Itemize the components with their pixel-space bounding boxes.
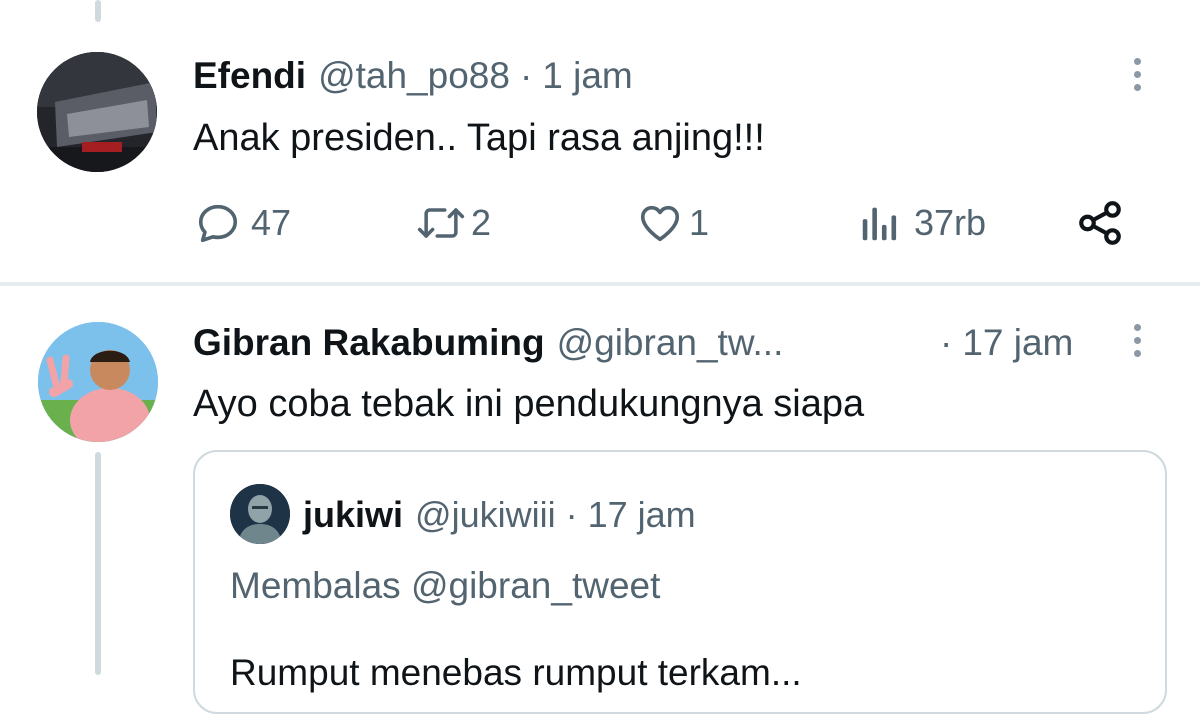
quoted-header: jukiwi @jukiwiii · 17 jam: [303, 494, 696, 536]
tweet2-header: Gibran Rakabuming @gibran_tw...: [193, 322, 783, 364]
reply-icon: [198, 204, 238, 242]
thread-line-top: [95, 0, 101, 22]
quoted-author-handle[interactable]: @jukiwiii: [415, 494, 556, 536]
like-icon: [640, 205, 680, 241]
views-count: 37rb: [914, 201, 987, 243]
reply-to-label[interactable]: Membalas @gibran_tweet: [230, 565, 660, 607]
author-handle[interactable]: @gibran_tw...: [557, 322, 784, 364]
author-name[interactable]: Gibran Rakabuming: [193, 322, 545, 364]
like-button[interactable]: 1: [637, 195, 709, 250]
separator: ·: [940, 322, 953, 363]
tweet-text: Ayo coba tebak ini pendukungnya siapa: [193, 383, 865, 425]
avatar-gibran[interactable]: [38, 322, 158, 442]
retweet-icon: [417, 207, 465, 238]
separator: ·: [565, 494, 578, 535]
avatar-efendi[interactable]: [37, 52, 157, 172]
quoted-tweet-text: Rumput menebas rumput terkam...: [230, 652, 802, 693]
avatar-image: [230, 484, 290, 544]
tweet-time[interactable]: 1 jam: [542, 55, 632, 97]
share-button[interactable]: [1075, 195, 1125, 250]
tweet1-actions: 47 2 1 37rb: [0, 195, 1200, 250]
author-name[interactable]: Efendi: [193, 55, 306, 97]
reply-button[interactable]: 47: [195, 195, 291, 250]
tweet-divider: [0, 282, 1200, 286]
separator: ·: [519, 55, 533, 96]
quoted-author-name[interactable]: jukiwi: [303, 494, 403, 536]
reply-count: 47: [251, 201, 292, 243]
more-options-icon[interactable]: [1134, 318, 1141, 363]
tweet-time[interactable]: 17 jam: [962, 322, 1073, 364]
tweet-text: Anak presiden.. Tapi rasa anjing!!!: [193, 117, 765, 159]
retweet-count: 2: [471, 201, 492, 243]
share-icon: [1079, 200, 1121, 245]
thread-line-bottom: [95, 452, 101, 675]
like-count: 1: [689, 201, 710, 243]
avatar-image: [38, 322, 158, 442]
retweet-button[interactable]: 2: [415, 195, 491, 250]
tweet1-header: Efendi @tah_po88 · 1 jam: [193, 55, 633, 97]
avatar-jukiwi[interactable]: [230, 484, 290, 544]
views-button[interactable]: 37rb: [858, 195, 986, 250]
views-icon: [862, 207, 897, 240]
author-handle[interactable]: @tah_po88: [318, 55, 510, 97]
avatar-image: [37, 52, 157, 172]
quoted-tweet[interactable]: jukiwi @jukiwiii · 17 jam Membalas @gibr…: [193, 450, 1167, 714]
tweet2-time: · 17 jam: [940, 322, 1073, 364]
quoted-tweet-time: 17 jam: [587, 494, 696, 535]
more-options-icon[interactable]: [1134, 52, 1141, 97]
